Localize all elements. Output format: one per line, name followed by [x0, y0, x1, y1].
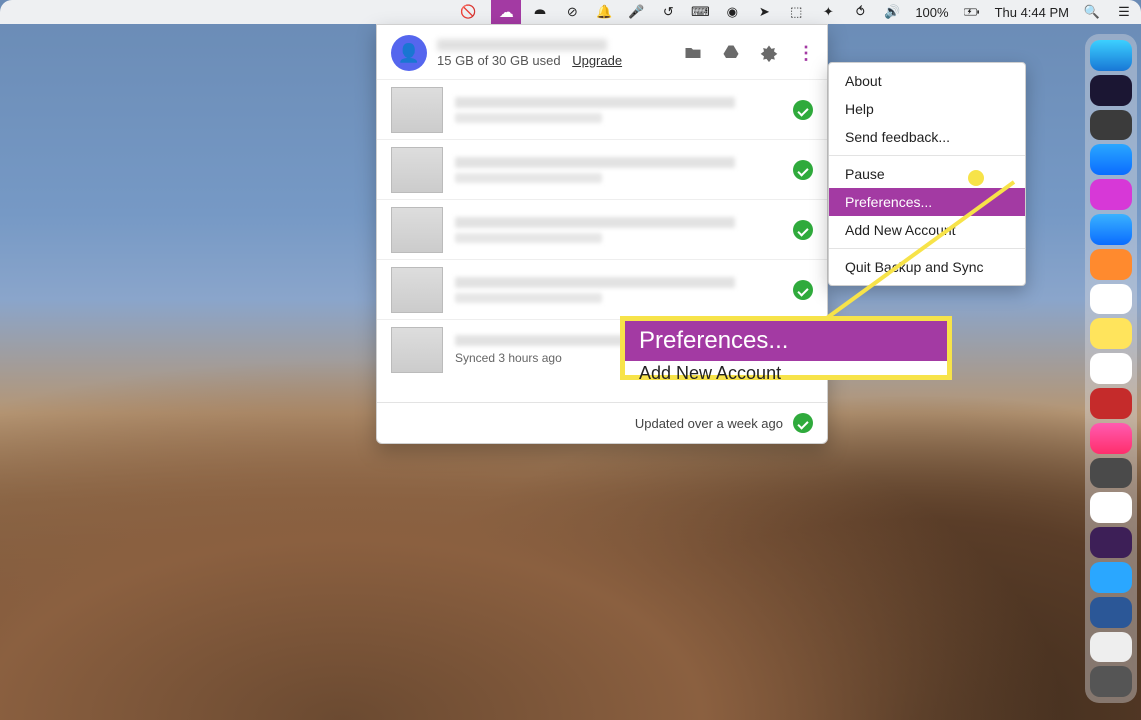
more-menu-button[interactable]: ⋮ — [797, 43, 813, 64]
menu-bar: 🚫 ☁ ⊘ 🔔 🎤 ↺ ⌨ ◉ ➤ ⬚ ✦ ⥀ 🔊 100% Thu 4:44 … — [0, 0, 1141, 24]
circle-slash-icon[interactable]: ⊘ — [563, 3, 581, 21]
callout-preferences-label: Preferences... — [625, 321, 947, 361]
menu-item-send-feedback[interactable]: Send feedback... — [829, 123, 1025, 151]
drive-icon[interactable] — [721, 43, 741, 63]
dock-app-finder[interactable] — [1090, 40, 1132, 71]
dock-app-trash[interactable] — [1090, 666, 1132, 697]
menu-item-about[interactable]: About — [829, 67, 1025, 95]
battery-text[interactable]: 100% — [915, 5, 948, 20]
dock-app-siri[interactable] — [1090, 75, 1132, 106]
dock-app-textedit[interactable] — [1090, 632, 1132, 663]
file-item[interactable] — [377, 259, 827, 319]
file-thumbnail — [391, 327, 443, 373]
synced-check-icon — [793, 220, 813, 240]
timemachine-icon[interactable]: ↺ — [659, 3, 677, 21]
menu-item-quit-backup-and-sync[interactable]: Quit Backup and Sync — [829, 253, 1025, 281]
do-not-disturb-icon[interactable]: 🚫 — [459, 3, 477, 21]
synced-check-icon — [793, 160, 813, 180]
photos-icon[interactable] — [759, 43, 779, 63]
file-meta-blurred — [455, 293, 602, 303]
file-item[interactable] — [377, 139, 827, 199]
file-name-blurred — [455, 217, 735, 228]
footer-status-text: Updated over a week ago — [635, 416, 783, 431]
callout-anchor-dot — [968, 170, 984, 186]
dock-app-slack[interactable] — [1090, 527, 1132, 558]
clock-text[interactable]: Thu 4:44 PM — [995, 5, 1069, 20]
dock-app-chrome[interactable] — [1090, 284, 1132, 315]
upgrade-link[interactable]: Upgrade — [572, 53, 622, 68]
spotlight-icon[interactable]: 🔍 — [1083, 3, 1101, 21]
storage-usage-text: 15 GB of 30 GB used Upgrade — [437, 53, 622, 68]
hat-icon[interactable] — [531, 3, 549, 21]
dock-app-music[interactable] — [1090, 423, 1132, 454]
folder-icon[interactable] — [683, 43, 703, 63]
siri-icon[interactable]: ◉ — [723, 3, 741, 21]
notification-center-icon[interactable]: ☰ — [1115, 3, 1133, 21]
dropbox-icon[interactable]: ⬚ — [787, 3, 805, 21]
dock-app-firefox[interactable] — [1090, 249, 1132, 280]
panel-footer: Updated over a week ago — [377, 402, 827, 443]
dock — [1085, 34, 1137, 703]
avatar[interactable]: 👤 — [391, 35, 427, 71]
settings-context-menu: AboutHelpSend feedback...PausePreference… — [828, 62, 1026, 286]
file-thumbnail — [391, 207, 443, 253]
dock-app-unknown-pink[interactable] — [1090, 179, 1132, 210]
dock-app-photos[interactable] — [1090, 492, 1132, 523]
dock-app-messages[interactable] — [1090, 562, 1132, 593]
dock-app-appstore[interactable] — [1090, 144, 1132, 175]
dock-app-maps[interactable] — [1090, 353, 1132, 384]
file-thumbnail — [391, 87, 443, 133]
file-name-blurred — [455, 277, 735, 288]
menu-item-add-new-account[interactable]: Add New Account — [829, 216, 1025, 244]
menu-separator — [829, 248, 1025, 249]
location-icon[interactable]: ➤ — [755, 3, 773, 21]
file-name-blurred — [455, 157, 735, 168]
microphone-icon[interactable]: 🎤 — [627, 3, 645, 21]
volume-icon[interactable]: 🔊 — [883, 3, 901, 21]
menu-separator — [829, 155, 1025, 156]
diamond-icon[interactable]: ✦ — [819, 3, 837, 21]
dock-app-settings[interactable] — [1090, 458, 1132, 489]
file-thumbnail — [391, 147, 443, 193]
callout-highlight-box: Preferences... Add New Account — [620, 316, 952, 380]
synced-check-icon — [793, 413, 813, 433]
keyboard-icon[interactable]: ⌨ — [691, 3, 709, 21]
file-name-blurred — [455, 97, 735, 108]
battery-icon[interactable] — [963, 3, 981, 21]
file-item[interactable] — [377, 199, 827, 259]
sync-icon[interactable]: ⥀ — [851, 3, 869, 21]
file-meta-blurred — [455, 113, 602, 123]
dock-app-launchpad[interactable] — [1090, 110, 1132, 141]
file-thumbnail — [391, 267, 443, 313]
file-item[interactable] — [377, 79, 827, 139]
callout-add-account-label: Add New Account — [625, 361, 947, 386]
file-meta-blurred — [455, 233, 602, 243]
dock-app-word[interactable] — [1090, 597, 1132, 628]
account-name-blurred — [437, 39, 607, 51]
dock-app-notes[interactable] — [1090, 318, 1132, 349]
dock-app-safari[interactable] — [1090, 214, 1132, 245]
synced-check-icon — [793, 280, 813, 300]
dock-app-news[interactable] — [1090, 388, 1132, 419]
menu-item-help[interactable]: Help — [829, 95, 1025, 123]
bell-icon[interactable]: 🔔 — [595, 3, 613, 21]
panel-header: 👤 15 GB of 30 GB used Upgrade ⋮ — [377, 25, 827, 79]
menu-item-pause[interactable]: Pause — [829, 160, 1025, 188]
file-meta-blurred — [455, 173, 602, 183]
file-sync-status: Synced 3 hours ago — [455, 351, 602, 365]
backup-and-sync-menubar-icon[interactable]: ☁ — [491, 0, 521, 24]
synced-check-icon — [793, 100, 813, 120]
